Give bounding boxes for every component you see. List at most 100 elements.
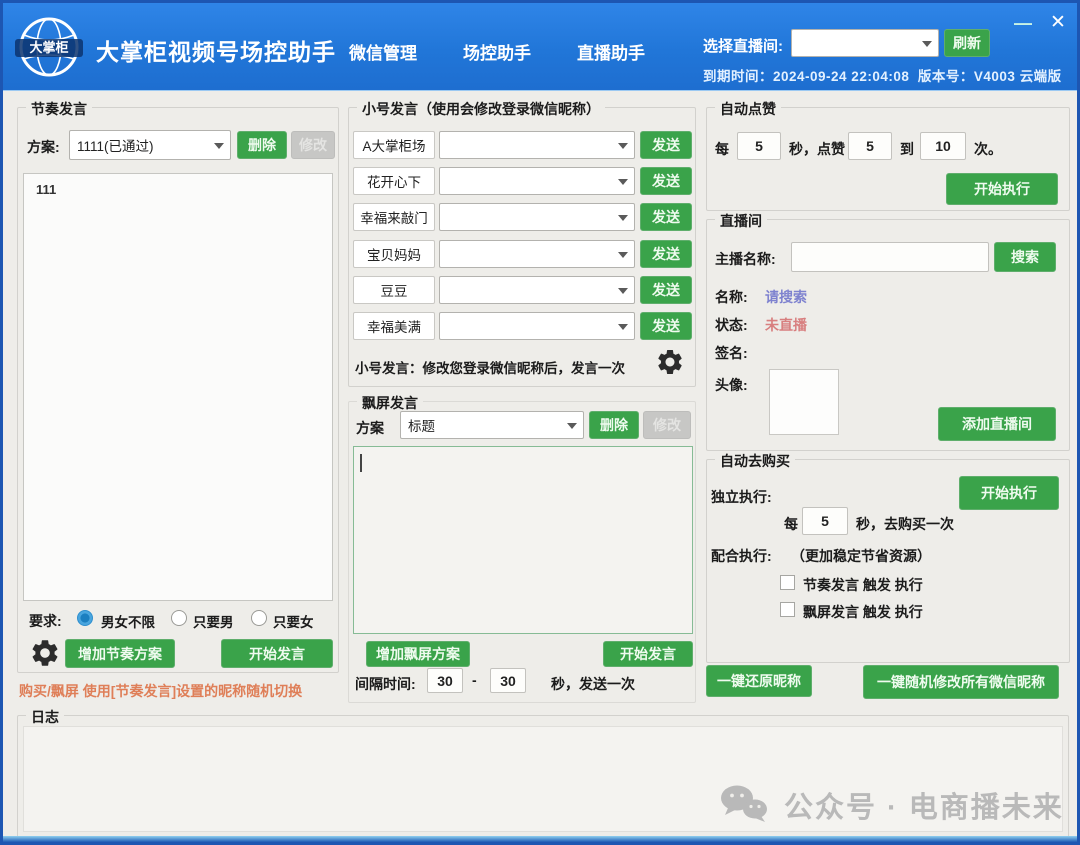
send-button[interactable]: 发送	[640, 203, 692, 231]
chevron-down-icon	[618, 324, 628, 330]
nav-wechat-manage[interactable]: 微信管理	[349, 39, 417, 64]
alt-accounts-hint: 小号发言：修改您登录微信昵称后，发言一次	[355, 357, 625, 377]
rhythm-note: 购买/飘屏 使用[节奏发言]设置的昵称随机切换	[19, 681, 302, 701]
auto-like-suffix-label: 次。	[974, 139, 1002, 159]
rhythm-list[interactable]: 111	[23, 173, 333, 601]
checkbox-float-trigger[interactable]	[780, 602, 795, 617]
combine-label: 配合执行:	[711, 546, 772, 566]
wechat-icon	[718, 783, 770, 827]
auto-like-start-button[interactable]: 开始执行	[946, 173, 1058, 205]
add-live-room-button[interactable]: 添加直播间	[938, 407, 1056, 441]
alt-message-dropdown[interactable]	[439, 167, 635, 195]
auto-buy-interval-input[interactable]	[802, 507, 848, 535]
alt-message-dropdown[interactable]	[439, 240, 635, 268]
float-plan-value: 标题	[408, 415, 435, 435]
chevron-down-icon	[567, 423, 577, 429]
minimize-button[interactable]: —	[1009, 13, 1037, 39]
alt-account-name: 豆豆	[353, 276, 435, 304]
rhythm-modify-button[interactable]: 修改	[291, 131, 335, 159]
rhythm-delete-button[interactable]: 删除	[237, 131, 287, 159]
chevron-down-icon	[618, 179, 628, 185]
anchor-name-input[interactable]	[791, 242, 989, 272]
float-start-button[interactable]: 开始发言	[603, 641, 693, 667]
rhythm-start-button[interactable]: 开始发言	[221, 639, 333, 668]
chevron-down-icon	[618, 143, 628, 149]
alt-account-name: 花开心下	[353, 167, 435, 195]
radio-female-only[interactable]	[251, 610, 267, 626]
avatar	[769, 369, 839, 435]
add-float-plan-button[interactable]: 增加飘屏方案	[366, 641, 470, 667]
interval-label: 间隔时间:	[355, 674, 416, 694]
interval-max-input[interactable]	[490, 668, 526, 693]
auto-buy-every-label: 每	[784, 514, 798, 534]
auto-like-interval-input[interactable]	[737, 132, 781, 160]
checkbox-rhythm-trigger[interactable]	[780, 575, 795, 590]
float-message-textarea[interactable]	[353, 446, 693, 634]
interval-suffix: 秒，发送一次	[551, 674, 635, 694]
send-button[interactable]: 发送	[640, 240, 692, 268]
alt-message-dropdown[interactable]	[439, 131, 635, 159]
room-select-label: 选择直播间:	[703, 35, 783, 56]
auto-like-from-input[interactable]	[848, 132, 892, 160]
float-plan-dropdown[interactable]: 标题	[400, 411, 584, 439]
alt-message-dropdown[interactable]	[439, 312, 635, 340]
expire-label: 到期时间：	[703, 69, 773, 84]
radio-male-only[interactable]	[171, 610, 187, 626]
list-item[interactable]: 111	[24, 174, 332, 205]
combine-note: （更加稳定节省资源）	[791, 546, 931, 566]
rhythm-settings-gear-icon[interactable]	[29, 637, 61, 669]
radio-female-only-label[interactable]: 只要女	[273, 611, 314, 631]
checkbox-rhythm-trigger-label[interactable]: 节奏发言 触发 执行	[803, 575, 923, 595]
interval-min-input[interactable]	[427, 668, 463, 693]
rhythm-plan-dropdown[interactable]: 1111(已通过)	[69, 130, 231, 160]
checkbox-float-trigger-label[interactable]: 飘屏发言 触发 执行	[803, 602, 923, 622]
float-modify-button[interactable]: 修改	[643, 411, 691, 439]
chevron-down-icon	[922, 41, 932, 47]
auto-buy-start-button[interactable]: 开始执行	[959, 476, 1059, 510]
room-avatar-label: 头像:	[715, 375, 748, 395]
nav-live-assistant[interactable]: 直播助手	[577, 39, 645, 64]
radio-gender-any-label[interactable]: 男女不限	[101, 611, 155, 631]
alt-account-name: 幸福来敲门	[353, 203, 435, 231]
send-button[interactable]: 发送	[640, 131, 692, 159]
nav-scene-assistant[interactable]: 场控助手	[463, 39, 531, 64]
auto-like-mid-label: 秒，点赞	[789, 139, 845, 159]
close-button[interactable]: ✕	[1043, 11, 1073, 39]
expire-value: 2024-09-24 22:04:08	[773, 69, 909, 84]
chevron-down-icon	[618, 215, 628, 221]
room-name-label: 名称:	[715, 287, 748, 307]
room-name-value: 请搜索	[765, 287, 807, 307]
standalone-label: 独立执行:	[711, 487, 772, 507]
log-panel-title: 日志	[26, 707, 64, 727]
alt-settings-gear-icon[interactable]	[655, 347, 685, 377]
text-cursor	[360, 454, 362, 472]
add-rhythm-plan-button[interactable]: 增加节奏方案	[65, 639, 175, 668]
edition-label: 云端版	[1020, 69, 1062, 84]
interval-dash: -	[472, 672, 477, 688]
restore-nickname-button[interactable]: 一键还原昵称	[706, 665, 812, 697]
watermark-text: 公众号 · 电商播未来	[784, 784, 1064, 826]
auto-like-to-input[interactable]	[920, 132, 966, 160]
randomize-nickname-button[interactable]: 一键随机修改所有微信昵称	[863, 665, 1059, 699]
window-bottom-strip	[3, 836, 1077, 842]
app-logo: 大掌柜	[17, 15, 81, 79]
radio-male-only-label[interactable]: 只要男	[193, 611, 234, 631]
send-button[interactable]: 发送	[640, 167, 692, 195]
radio-gender-any[interactable]	[77, 610, 93, 626]
app-title: 大掌柜视频号场控助手	[96, 33, 336, 67]
alt-message-dropdown[interactable]	[439, 276, 635, 304]
room-select-dropdown[interactable]	[791, 29, 939, 57]
float-delete-button[interactable]: 删除	[589, 411, 639, 439]
rhythm-panel-title: 节奏发言	[26, 99, 92, 119]
refresh-button[interactable]: 刷新	[944, 29, 990, 57]
send-button[interactable]: 发送	[640, 312, 692, 340]
alt-accounts-panel-title: 小号发言（使用会修改登录微信昵称）	[357, 99, 605, 119]
alt-account-name: A大掌柜场	[353, 131, 435, 159]
auto-like-panel-title: 自动点赞	[715, 99, 781, 119]
version-label: 版本号：	[918, 69, 974, 84]
send-button[interactable]: 发送	[640, 276, 692, 304]
title-bar: 大掌柜 大掌柜视频号场控助手 微信管理 场控助手 直播助手 选择直播间: 刷新 …	[3, 3, 1077, 91]
anchor-search-button[interactable]: 搜索	[994, 242, 1056, 272]
auto-like-to-label: 到	[900, 139, 914, 159]
alt-message-dropdown[interactable]	[439, 203, 635, 231]
